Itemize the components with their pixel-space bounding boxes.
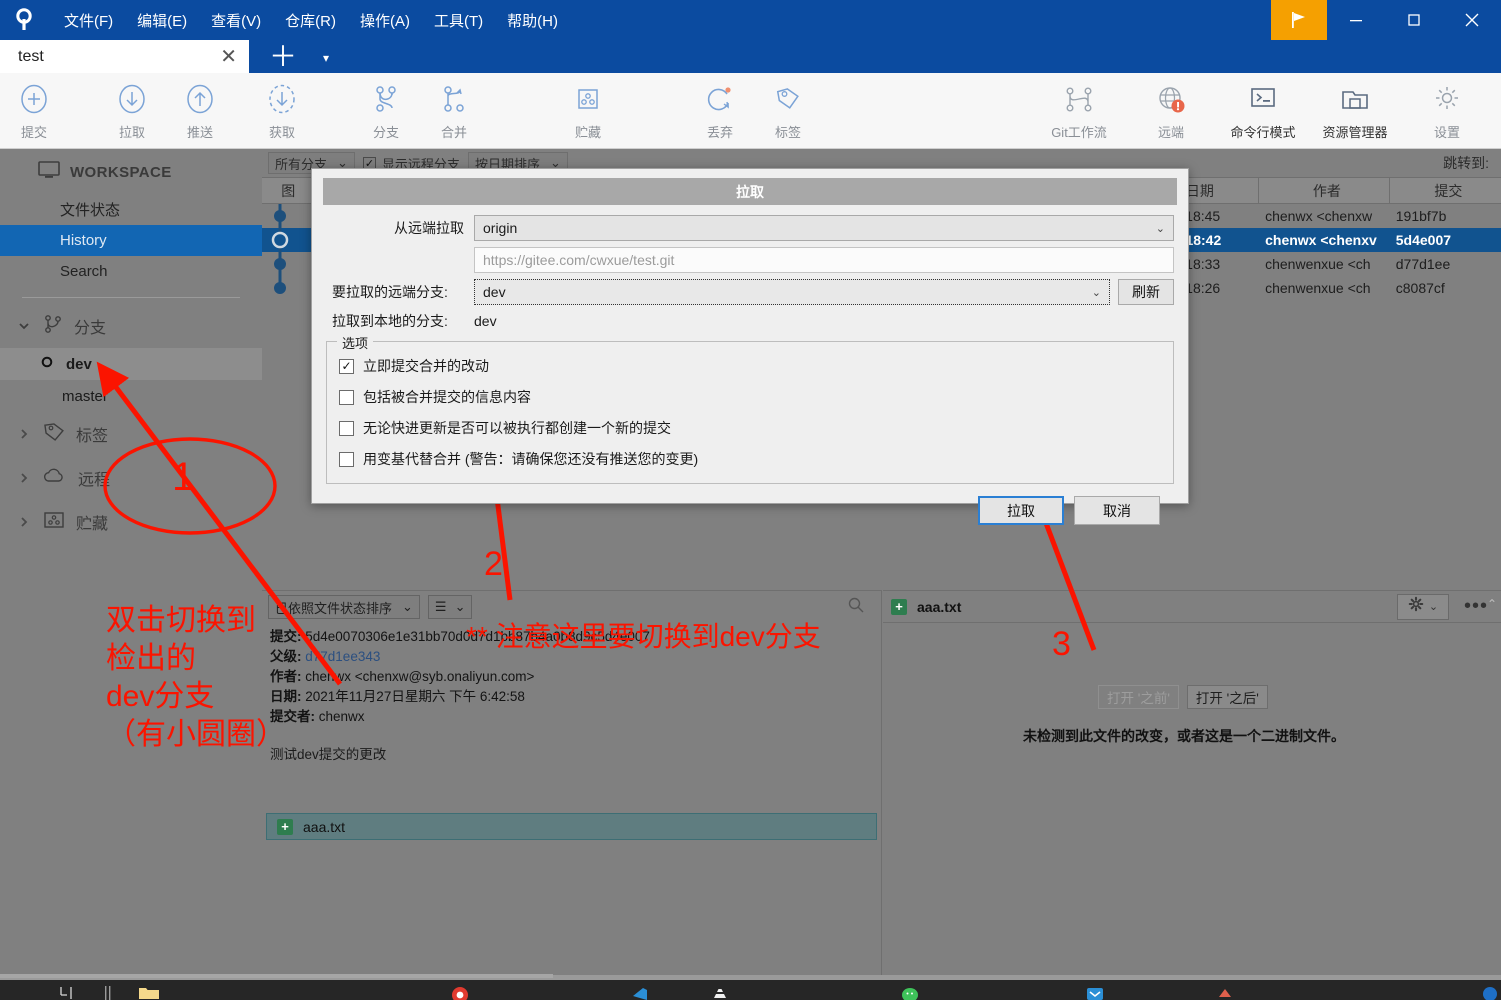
remote-branch-select[interactable]: dev ⌄ [474,279,1110,305]
option-rebase-instead-of-merge[interactable]: 用变基代替合并 (警告：请确保您还没有推送您的变更) [339,449,1161,469]
checkbox-icon [339,451,354,467]
annotation-marker-3: 3 [1052,625,1071,663]
annotation-marker-1: 1 [172,455,195,499]
pull-dialog: 拉取 从远端拉取 origin ⌄ https://gitee.com/cwxu… [311,168,1189,525]
remote-branch-label: 要拉取的远端分支: [332,284,448,300]
remote-select[interactable]: origin ⌄ [474,215,1174,241]
chevron-down-icon: ⌄ [1091,286,1101,299]
options-fieldset: 选项 ✓ 立即提交合并的改动 包括被合并提交的信息内容 无论快进更新是否可以被执… [326,333,1174,484]
remote-field-row: 从远端拉取 origin ⌄ [326,215,1174,241]
annotation-marker-2: 2 [484,545,503,583]
dialog-actions: 拉取 取消 [326,484,1174,525]
option-label: 用变基代替合并 (警告：请确保您还没有推送您的变更) [363,451,699,467]
remote-url-field: https://gitee.com/cwxue/test.git [474,247,1174,273]
remote-url-value: https://gitee.com/cwxue/test.git [483,252,675,268]
pull-confirm-button[interactable]: 拉取 [978,496,1064,525]
local-branch-label: 拉取到本地的分支: [332,313,448,329]
option-label: 无论快进更新是否可以被执行都创建一个新的提交 [363,420,671,436]
remote-branch-row: 要拉取的远端分支: dev ⌄ 刷新 [326,279,1174,305]
remote-url-row: https://gitee.com/cwxue/test.git [326,247,1174,273]
option-commit-merged-changes[interactable]: ✓ 立即提交合并的改动 [339,356,1161,376]
remote-branch-value: dev [483,284,506,300]
local-branch-row: 拉取到本地的分支: dev [326,311,1174,331]
application-window: 文件(F) 编辑(E) 查看(V) 仓库(R) 操作(A) 工具(T) 帮助(H… [0,0,1501,1000]
option-include-merged-messages[interactable]: 包括被合并提交的信息内容 [339,387,1161,407]
option-create-new-commit[interactable]: 无论快进更新是否可以被执行都创建一个新的提交 [339,418,1161,438]
cancel-button[interactable]: 取消 [1074,496,1160,525]
option-label: 立即提交合并的改动 [363,358,489,374]
checkbox-icon [339,389,354,405]
remote-label: 从远端拉取 [394,220,464,236]
chevron-down-icon: ⌄ [1155,222,1165,235]
refresh-button[interactable]: 刷新 [1118,279,1174,305]
annotation-note-left: 双击切换到 检出的 dev分支 （有小圆圈） [106,604,286,751]
checkbox-icon: ✓ [339,358,354,374]
dialog-body: 从远端拉取 origin ⌄ https://gitee.com/cwxue/t… [312,205,1188,525]
dialog-title: 拉取 [323,178,1177,205]
remote-select-value: origin [483,220,518,236]
checkbox-icon [339,420,354,436]
options-legend: 选项 [337,333,374,352]
annotation-note-mid: ** 注意这里要切换到dev分支 [466,621,821,652]
option-label: 包括被合并提交的信息内容 [363,389,531,405]
local-branch-value: dev [474,313,497,329]
